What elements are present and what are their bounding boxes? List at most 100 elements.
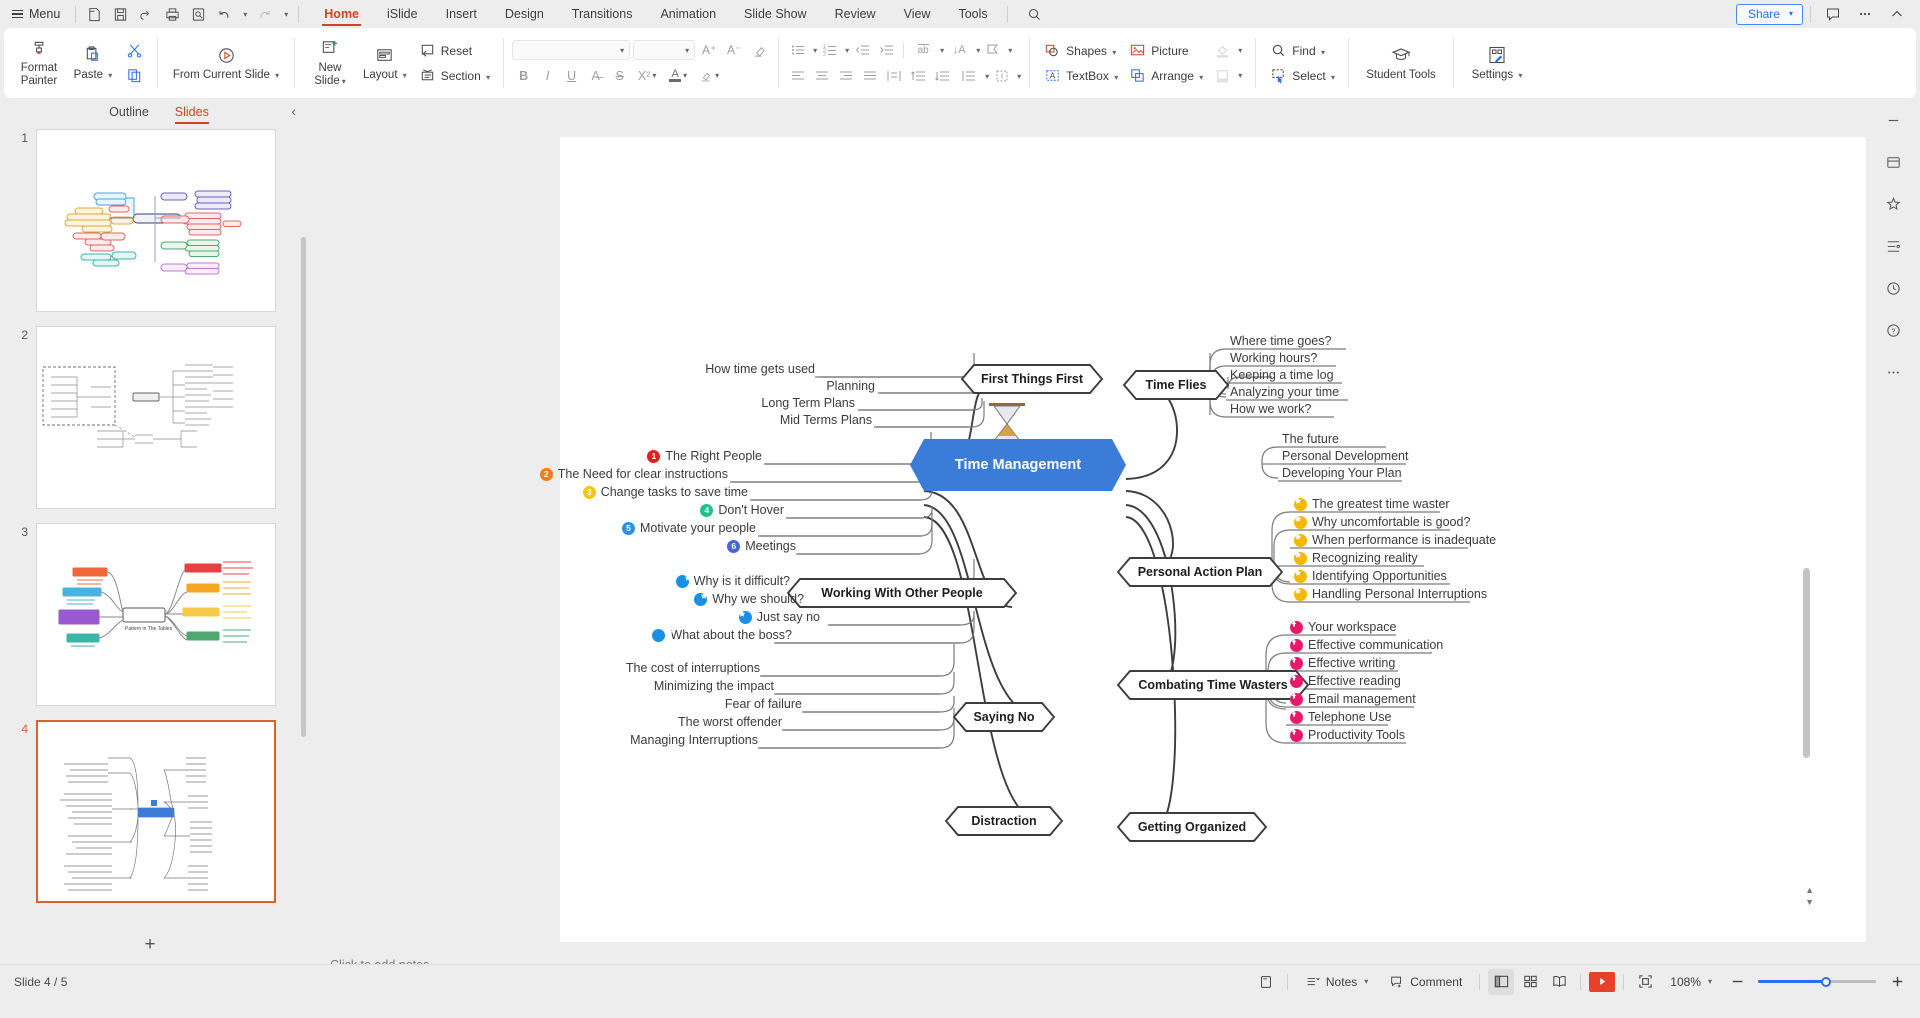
leaf-node[interactable]: Where time goes? [1230,334,1331,349]
quick-access-more-icon[interactable]: ▾ [277,0,293,28]
leaf-node[interactable]: Identifying Opportunities [1294,569,1447,584]
start-slideshow-button[interactable] [1589,971,1616,992]
numbered-list-button[interactable]: 123 [819,40,841,60]
leaf-node[interactable]: Fear of failure [704,697,802,712]
central-topic[interactable]: Time Management [924,439,1112,491]
collapse-ribbon-icon[interactable] [1882,0,1912,28]
topic-saying-no[interactable]: Saying No [966,703,1042,731]
print-icon[interactable] [159,0,185,28]
slide-thumbnail-1[interactable] [36,129,276,312]
tab-slides[interactable]: Slides [174,105,209,124]
layout-panel-icon[interactable] [1878,149,1908,175]
prev-slide-icon[interactable]: ▲ [1805,885,1814,895]
leaf-node[interactable]: Productivity Tools [1290,728,1405,743]
leaf-node[interactable]: How we work? [1230,402,1311,417]
settings-button[interactable]: Settings ▾ [1462,41,1532,85]
zoom-in-button[interactable] [1884,969,1910,995]
leaf-node[interactable]: 5 Motivate your people [618,521,756,536]
leaf-node[interactable]: 1 The Right People [630,449,762,464]
decrease-font-size-button[interactable]: A⁻ [723,40,745,60]
topic-working-with-other-people[interactable]: Working With Other People [800,579,1004,607]
zoom-slider[interactable] [1724,969,1910,995]
leaf-node[interactable]: The worst offender [670,715,782,730]
align-left-button[interactable] [787,66,809,86]
leaf-node[interactable]: Long Term Plans [715,396,855,411]
redo-icon[interactable] [251,0,277,28]
share-button[interactable]: Share ▾ [1735,3,1803,25]
format-painter-button[interactable]: Format Painter [12,35,66,91]
list-item[interactable]: 3 Pattern in The Tables [0,523,318,706]
tab-islide[interactable]: iSlide [373,0,432,28]
text-direction-button[interactable]: ab [910,40,936,60]
vertical-text-button[interactable]: ↓A [946,40,972,60]
leaf-node[interactable]: How time gets used [675,362,815,377]
find-document-icon[interactable] [185,0,211,28]
distribute-button[interactable] [883,66,905,86]
zoom-level-button[interactable]: 108% ▾ [1661,969,1721,995]
leaf-node[interactable]: What about the boss? [652,628,792,643]
reset-button[interactable]: Reset [413,39,495,62]
picture-button[interactable]: Picture [1123,39,1208,62]
text-align-box-button[interactable] [991,66,1013,86]
text-effects-button[interactable]: A̶ [584,65,607,86]
print-preview-icon[interactable] [133,0,159,28]
leaf-node[interactable]: Personal Development [1282,449,1408,464]
fit-slide-icon[interactable] [1253,969,1279,995]
layout-button[interactable]: Layout ▾ [357,42,413,85]
font-color-button[interactable]: A ▾ [663,65,693,86]
superscript-button[interactable]: X² ▾ [632,65,662,86]
list-item[interactable]: 2 [0,326,318,509]
comment-icon[interactable] [1818,0,1848,28]
tab-review[interactable]: Review [821,0,890,28]
help-icon[interactable]: ? [1878,317,1908,343]
slide-editor[interactable]: Time Management First Things First Worki… [539,137,1920,942]
leaf-node[interactable]: 6 Meetings [720,539,796,554]
minimize-icon[interactable] [1878,107,1908,133]
leaf-node[interactable]: Analyzing your time [1230,385,1339,400]
space-after-button[interactable] [931,66,953,86]
leaf-node[interactable]: Your workspace [1290,620,1396,635]
ai-sparkle-icon[interactable] [1878,191,1908,217]
leaf-node[interactable]: Effective writing [1290,656,1395,671]
bold-button[interactable]: B [512,65,535,86]
leaf-node[interactable]: Managing Interruptions [618,733,758,748]
leaf-node[interactable]: 3 Change tasks to save time [582,485,748,500]
tab-tools[interactable]: Tools [944,0,1001,28]
section-button[interactable]: Section ▾ [413,64,495,87]
leaf-node[interactable]: Planning [735,379,875,394]
leaf-node[interactable]: The cost of interruptions [620,661,760,676]
notes-button[interactable]: Notes ▾ [1296,969,1377,995]
font-size-select[interactable]: ▾ [633,40,696,60]
tab-animation[interactable]: Animation [646,0,730,28]
line-spacing-button[interactable] [955,66,981,86]
clear-formatting-icon[interactable] [748,40,770,60]
more-dots-icon[interactable] [1850,0,1880,28]
fit-to-window-icon[interactable] [1632,969,1658,995]
slide-sorter-icon[interactable] [1517,969,1543,995]
leaf-node[interactable]: The future [1282,432,1339,447]
zoom-slider-track[interactable] [1758,976,1876,987]
slide-thumbnail-4[interactable] [36,720,276,903]
leaf-node[interactable]: Why we should? [694,592,804,607]
leaf-node[interactable]: Minimizing the impact [636,679,774,694]
topic-first-things-first[interactable]: First Things First [974,365,1090,393]
topic-personal-action-plan[interactable]: Personal Action Plan [1130,558,1270,586]
slide-thumbnail-2[interactable] [36,326,276,509]
zoom-out-button[interactable] [1724,969,1750,995]
topic-time-flies[interactable]: Time Flies [1136,371,1216,399]
leaf-node[interactable]: Keeping a time log [1230,368,1334,383]
shape-style-button[interactable]: ▾ [1208,64,1247,87]
leaf-node[interactable]: Just say no [738,610,820,625]
underline-button[interactable]: U [560,65,583,86]
leaf-node[interactable]: Why is it difficult? [675,574,790,589]
strikethrough-button[interactable]: S [608,65,631,86]
leaf-node[interactable]: When performance is inadequate [1294,533,1496,548]
font-name-select[interactable]: ▾ [512,40,631,60]
italic-button[interactable]: I [536,65,559,86]
leaf-node[interactable]: Handling Personal Interruptions [1294,587,1487,602]
convert-smartart-button[interactable] [982,40,1004,60]
zoom-slider-handle[interactable] [1821,976,1832,987]
tab-transitions[interactable]: Transitions [558,0,647,28]
from-current-slide-button[interactable]: From Current Slide ▾ [166,42,286,85]
history-icon[interactable] [1878,275,1908,301]
